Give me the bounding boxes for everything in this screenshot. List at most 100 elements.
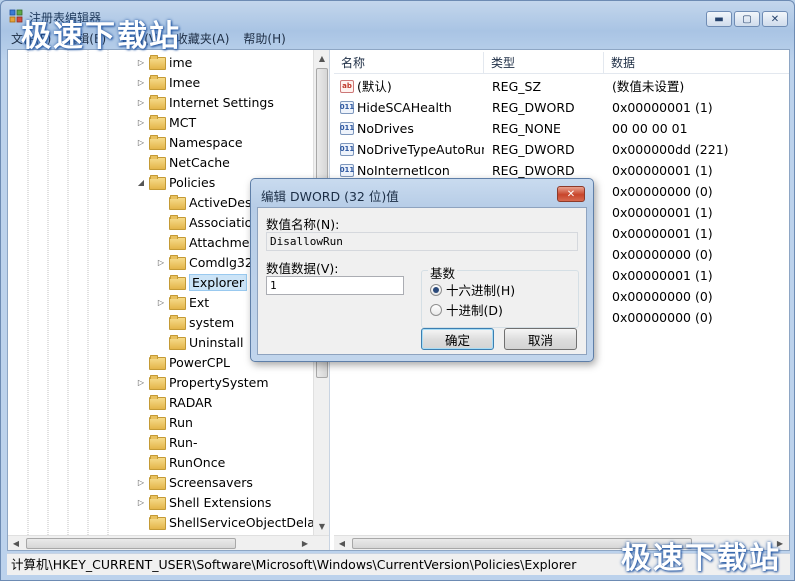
- tree-item[interactable]: ▷ Screensavers: [136, 472, 253, 492]
- expand-arrow-icon[interactable]: ▷: [136, 57, 146, 67]
- list-row[interactable]: 011 NoDriveTypeAutoRun REG_DWORD 0x000000dd…: [334, 139, 789, 160]
- tree-item[interactable]: ◢ Policies: [136, 172, 215, 192]
- value-data-cell: 0x00000000 (0): [612, 289, 713, 304]
- column-name[interactable]: 名称: [334, 52, 484, 74]
- expand-arrow-icon[interactable]: ▷: [136, 77, 146, 87]
- folder-icon: [149, 395, 166, 410]
- scroll-right-icon[interactable]: ▶: [297, 536, 313, 550]
- folder-icon: [169, 215, 186, 230]
- tree-item-label: RADAR: [169, 394, 213, 410]
- value-data-cell: 0x00000000 (0): [612, 184, 713, 199]
- tree-item[interactable]: ▷ Shell Extensions: [136, 492, 271, 512]
- tree-item[interactable]: RADAR: [136, 392, 212, 412]
- tree-item[interactable]: RunOnce: [136, 452, 225, 472]
- column-type[interactable]: 类型: [484, 52, 604, 74]
- hex-radio[interactable]: 十六进制(H): [430, 280, 515, 299]
- string-value-icon: ab: [340, 80, 354, 93]
- tree-item-label: Namespace: [169, 134, 243, 150]
- tree-item-label: Uninstall: [189, 334, 244, 350]
- dialog-title: 编辑 DWORD (32 位)值: [261, 189, 399, 204]
- expand-arrow-icon[interactable]: ▷: [136, 497, 146, 507]
- tree-item[interactable]: ▷ MCT: [136, 112, 196, 132]
- expand-arrow-icon[interactable]: ▷: [136, 117, 146, 127]
- value-name-cell: 011 NoDriveTypeAutoRun: [334, 139, 484, 160]
- binary-value-icon: 011: [340, 164, 354, 177]
- tree-item-label: Run: [169, 414, 193, 430]
- tree-horizontal-scrollbar[interactable]: ◀ ▶: [8, 535, 329, 550]
- tree-item[interactable]: ▷ Internet Settings: [136, 92, 274, 112]
- folder-icon: [149, 55, 166, 70]
- folder-icon: [149, 175, 166, 190]
- tree-item[interactable]: PowerCPL: [136, 352, 230, 372]
- tree-item-label: Imee: [169, 74, 201, 90]
- folder-icon: [149, 75, 166, 90]
- minimize-button[interactable]: ▬: [706, 11, 732, 27]
- tree-item[interactable]: ▷ Ext: [156, 292, 209, 312]
- tree-item[interactable]: Uninstall: [156, 332, 244, 352]
- expand-arrow-icon[interactable]: ▷: [156, 257, 166, 267]
- dialog-close-button[interactable]: ✕: [557, 186, 585, 202]
- value-data-cell: 0x000000dd (221): [612, 142, 729, 157]
- expand-arrow-icon[interactable]: ◢: [136, 177, 146, 187]
- tree-item-label: Policies: [169, 174, 216, 190]
- tree-item[interactable]: ▷ PropertySystem: [136, 372, 269, 392]
- tree-item[interactable]: ▷ Comdlg32: [156, 252, 253, 272]
- tree-item[interactable]: ▷ ime: [136, 52, 192, 72]
- scroll-left-icon[interactable]: ◀: [334, 536, 350, 551]
- list-row[interactable]: 011 HideSCAHealth REG_DWORD 0x00000001 (1): [334, 97, 789, 118]
- tree-item-label: Screensavers: [169, 474, 253, 490]
- folder-icon: [149, 155, 166, 170]
- tree-item[interactable]: NetCache: [136, 152, 230, 172]
- expand-arrow-icon[interactable]: ▷: [136, 377, 146, 387]
- tree-item[interactable]: Explorer: [156, 272, 248, 292]
- tree-item[interactable]: ShellServiceObjectDelayLoad: [136, 512, 329, 532]
- dec-radio[interactable]: 十进制(D): [430, 300, 503, 319]
- registry-editor-window: 注册表编辑器 ▬ ▢ ✕ 极速下载站 文件(F) 编辑(E) 查看(V) 收藏夹…: [0, 0, 795, 581]
- binary-value-icon: 011: [340, 122, 354, 135]
- value-type-cell: REG_DWORD: [492, 142, 575, 157]
- value-data-cell: 00 00 00 01: [612, 121, 688, 136]
- value-data-cell: 0x00000001 (1): [612, 205, 713, 220]
- tree-item[interactable]: system: [156, 312, 234, 332]
- tree-hscroll-thumb[interactable]: [26, 538, 236, 549]
- list-row[interactable]: ab (默认) REG_SZ (数值未设置): [334, 76, 789, 97]
- expand-arrow-icon[interactable]: ▷: [156, 297, 166, 307]
- menu-favorites[interactable]: 收藏夹(A): [176, 29, 230, 49]
- edit-dword-dialog: 编辑 DWORD (32 位)值 ✕ 数值名称(N): DisallowRun …: [250, 178, 594, 362]
- value-type-cell: REG_DWORD: [492, 100, 575, 115]
- scroll-down-icon[interactable]: ▼: [314, 518, 329, 534]
- folder-icon: [169, 295, 186, 310]
- ok-button[interactable]: 确定: [421, 328, 494, 350]
- tree-item[interactable]: ActiveDesk: [156, 192, 259, 212]
- column-data[interactable]: 数据: [604, 52, 789, 74]
- maximize-button[interactable]: ▢: [734, 11, 760, 27]
- menu-help[interactable]: 帮助(H): [243, 29, 285, 49]
- expand-arrow-icon[interactable]: ▷: [136, 477, 146, 487]
- tree-item[interactable]: Run: [136, 412, 193, 432]
- value-data-cell: 0x00000001 (1): [612, 268, 713, 283]
- expand-arrow-icon[interactable]: ▷: [136, 97, 146, 107]
- close-button[interactable]: ✕: [762, 11, 788, 27]
- scroll-up-icon[interactable]: ▲: [314, 50, 329, 66]
- scroll-left-icon[interactable]: ◀: [8, 536, 24, 550]
- tree-item-label: PropertySystem: [169, 374, 269, 390]
- tree-item-label: NetCache: [169, 154, 230, 170]
- watermark-logo-bottom: 极速下载站: [621, 541, 781, 576]
- dialog-body: 数值名称(N): DisallowRun 数值数据(V): 1 基数 十六进制(…: [257, 207, 587, 355]
- folder-icon: [169, 195, 186, 210]
- expand-arrow-icon[interactable]: ▷: [136, 137, 146, 147]
- tree-item[interactable]: ▷ Namespace: [136, 132, 243, 152]
- list-row[interactable]: 011 NoDrives REG_NONE 00 00 00 01: [334, 118, 789, 139]
- value-data-input[interactable]: 1: [266, 276, 404, 295]
- tree-item[interactable]: Run-: [136, 432, 197, 452]
- tree-item-label: Ext: [189, 294, 210, 310]
- cancel-button[interactable]: 取消: [504, 328, 577, 350]
- tree-item[interactable]: ▷ Imee: [136, 72, 200, 92]
